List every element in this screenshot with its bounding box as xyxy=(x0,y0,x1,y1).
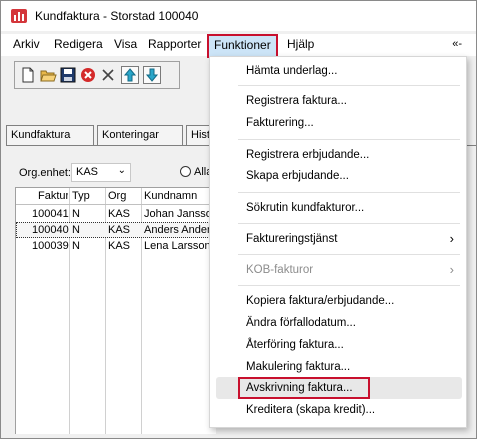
arrow-up-icon[interactable] xyxy=(121,66,139,84)
table-row[interactable]: 100041 N KAS Johan Jansson xyxy=(16,206,216,222)
funktioner-menu: Hämta underlag... Registrera faktura... … xyxy=(209,56,467,428)
menu-separator xyxy=(238,285,460,286)
open-icon[interactable] xyxy=(39,66,57,84)
menu-item-aterforing-faktura[interactable]: Återföring faktura... xyxy=(246,339,344,351)
column-header-typ[interactable]: Typ xyxy=(72,190,90,202)
menu-separator xyxy=(238,139,460,140)
invoice-number: 100040 xyxy=(32,224,69,236)
menu-arkiv[interactable]: Arkiv xyxy=(13,37,40,51)
invoice-table: Fakturanr Typ Org Kundnamn 100041 N KAS … xyxy=(15,187,216,434)
table-row[interactable]: 100039 N KAS Lena Larsson xyxy=(16,238,216,254)
menu-item-makulering-faktura[interactable]: Makulering faktura... xyxy=(246,361,350,373)
application-window: Kundfaktura - Storstad 100040 Arkiv Redi… xyxy=(0,0,477,439)
org-unit-value: KAS xyxy=(76,166,99,178)
customer-name: Lena Larsson xyxy=(144,240,211,252)
customer-name: Anders Andersson xyxy=(144,224,214,236)
menu-item-kob-fakturor: KOB-fakturor xyxy=(246,264,314,276)
menu-item-registrera-faktura[interactable]: Registrera faktura... xyxy=(246,95,347,107)
invoice-type: N xyxy=(72,240,80,252)
all-radio[interactable] xyxy=(180,166,191,177)
collapse-menu-toggle[interactable]: «- xyxy=(452,38,462,50)
title-bar: Kundfaktura - Storstad 100040 xyxy=(1,1,476,31)
column-header-fakturanr[interactable]: Fakturanr xyxy=(38,190,68,202)
submenu-arrow-icon: › xyxy=(449,231,454,246)
table-row-selected[interactable]: 100040 N KAS Anders Andersson xyxy=(16,222,216,238)
menu-redigera[interactable]: Redigera xyxy=(54,37,103,51)
save-icon[interactable] xyxy=(59,66,77,84)
arrow-down-icon[interactable] xyxy=(143,66,161,84)
invoice-number: 100039 xyxy=(32,240,69,252)
tab-kundfaktura[interactable]: Kundfaktura xyxy=(6,125,94,145)
menu-separator xyxy=(238,254,460,255)
org-unit-select[interactable]: KAS ⌄ xyxy=(71,163,131,182)
menu-item-kopiera-faktura[interactable]: Kopiera faktura/erbjudande... xyxy=(246,295,394,307)
highlight-box xyxy=(238,377,370,399)
tab-konteringar[interactable]: Konteringar xyxy=(97,125,183,145)
invoice-org: KAS xyxy=(108,208,131,220)
invoice-type: N xyxy=(72,208,80,220)
menu-separator xyxy=(238,85,460,86)
invoice-org: KAS xyxy=(108,240,131,252)
customer-name: Johan Jansson xyxy=(144,208,214,220)
menu-item-andra-forfallodatum[interactable]: Ändra förfallodatum... xyxy=(246,317,356,329)
delete-icon[interactable] xyxy=(99,66,117,84)
menu-item-hamta-underlag[interactable]: Hämta underlag... xyxy=(246,65,337,77)
cancel-icon[interactable] xyxy=(79,66,97,84)
column-header-kundnamn[interactable]: Kundnamn xyxy=(144,190,197,202)
column-header-org[interactable]: Org xyxy=(108,190,126,202)
menu-item-fakturering[interactable]: Fakturering... xyxy=(246,117,314,129)
menu-funktioner[interactable]: Funktioner xyxy=(207,34,278,58)
app-icon xyxy=(11,9,27,23)
submenu-arrow-icon: › xyxy=(449,262,454,277)
menu-separator xyxy=(238,223,460,224)
new-icon[interactable] xyxy=(19,66,37,84)
menu-visa[interactable]: Visa xyxy=(114,37,137,51)
menu-item-kreditera[interactable]: Kreditera (skapa kredit)... xyxy=(246,404,375,416)
invoice-number: 100041 xyxy=(32,208,69,220)
menu-item-sokrutin[interactable]: Sökrutin kundfakturor... xyxy=(246,202,364,214)
menu-item-skapa-erbjudande[interactable]: Skapa erbjudande... xyxy=(246,170,349,182)
chevron-down-icon: ⌄ xyxy=(117,165,126,176)
menu-hjalp[interactable]: Hjälp xyxy=(287,37,314,51)
menu-rapporter[interactable]: Rapporter xyxy=(148,37,201,51)
menu-separator xyxy=(238,192,460,193)
org-unit-label: Org.enhet: xyxy=(19,167,71,179)
toolbar xyxy=(14,61,180,89)
menu-item-registrera-erbjudande[interactable]: Registrera erbjudande... xyxy=(246,149,369,161)
invoice-type: N xyxy=(72,224,80,236)
invoice-org: KAS xyxy=(108,224,131,236)
menu-bar: Arkiv Redigera Visa Rapporter Funktioner… xyxy=(1,34,476,58)
menu-item-faktureringstjanst[interactable]: Faktureringstjänst xyxy=(246,233,337,245)
window-title: Kundfaktura - Storstad 100040 xyxy=(35,9,199,23)
